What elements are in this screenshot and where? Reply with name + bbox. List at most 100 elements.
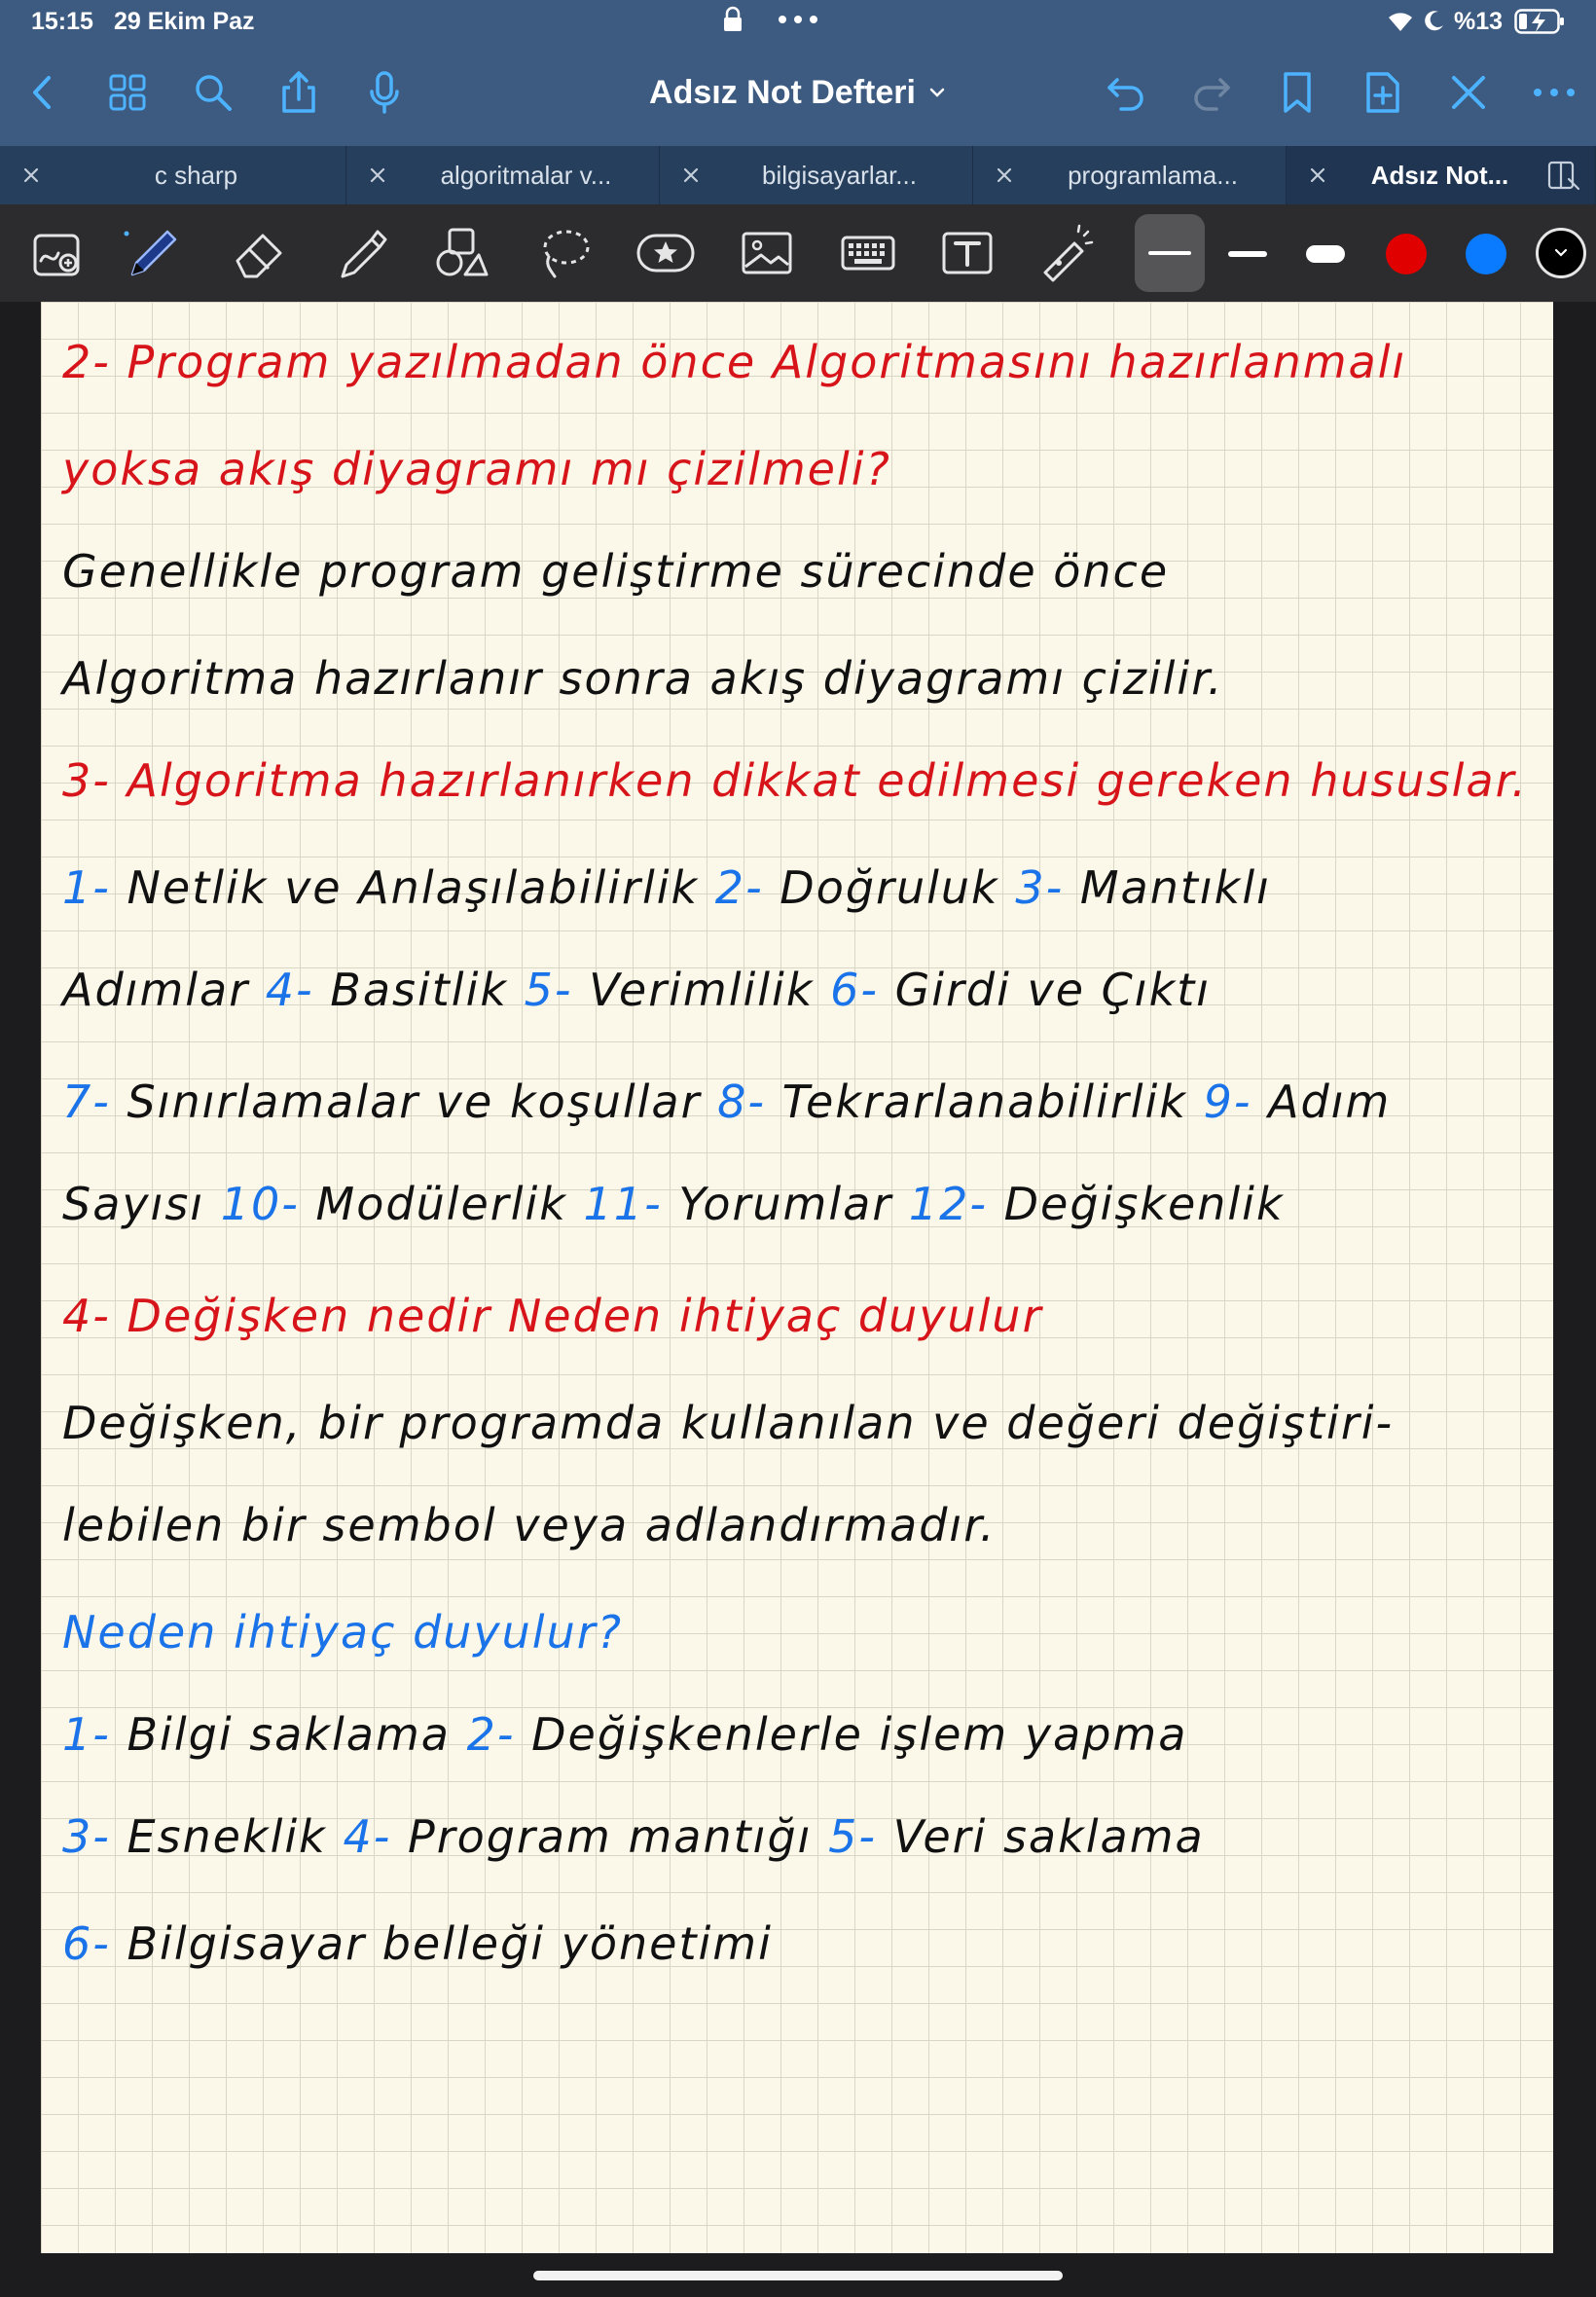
lasso-zoom-tool[interactable]: [27, 222, 90, 284]
note-text: 2-: [466, 1708, 532, 1761]
thin-stroke-icon: [1148, 251, 1191, 255]
keyboard-tool[interactable]: [837, 222, 899, 284]
note-text: Netlik ve Anlaşılabilirlik: [127, 861, 715, 914]
note-line: Sayısı 10- Modülerlik 11- Yorumlar 12- D…: [62, 1173, 1285, 1235]
note-line: 3- Algoritma hazırlanırken dikkat edilme…: [62, 749, 1528, 812]
note-text: Basitlik: [330, 964, 525, 1016]
note-text: Değişkenlik: [1003, 1178, 1285, 1230]
note-text: Mantıklı: [1079, 861, 1271, 914]
note-text: 5-: [524, 964, 590, 1016]
note-text: Veri saklama: [892, 1810, 1205, 1863]
back-icon[interactable]: [21, 70, 66, 115]
eraser-tool[interactable]: [228, 222, 290, 284]
tab-label: Adsız Not...: [1370, 161, 1509, 190]
color-swatch-blue[interactable]: [1466, 234, 1506, 274]
note-text: 11-: [583, 1178, 679, 1230]
microphone-icon[interactable]: [362, 70, 407, 115]
share-icon[interactable]: [276, 70, 321, 115]
chevron-down-icon: [929, 88, 945, 97]
note-line: Değişken, bir programda kullanılan ve de…: [62, 1392, 1394, 1454]
highlighter-tool[interactable]: [329, 222, 391, 284]
notebook-title-text: Adsız Not Defteri: [649, 73, 916, 111]
moon-icon: [1425, 11, 1443, 31]
search-icon[interactable]: [191, 70, 236, 115]
notebook-title[interactable]: Adsız Not Defteri: [603, 70, 993, 115]
note-text: 1-: [62, 1708, 127, 1761]
lasso-icon: [543, 230, 590, 278]
note-text: 1-: [62, 861, 127, 914]
text-tool[interactable]: [936, 222, 998, 284]
status-bar: 15:15 29 Ekim Paz %13: [0, 0, 1596, 45]
lasso-tool[interactable]: [533, 222, 596, 284]
tab-close-icon[interactable]: [1308, 165, 1327, 185]
multitasking-dots-icon[interactable]: [775, 12, 821, 27]
tab-label: programlama...: [1068, 161, 1238, 190]
pen-thick-option[interactable]: [1306, 245, 1345, 263]
color-swatch-red[interactable]: [1386, 234, 1427, 274]
note-line: 1- Bilgi saklama 2- Değişkenlerle işlem …: [62, 1703, 1187, 1766]
shapes-tool[interactable]: [430, 222, 492, 284]
note-text: 2-: [714, 861, 780, 914]
note-text: Sınırlamalar ve koşullar: [127, 1076, 718, 1128]
note-line: 2- Program yazılmadan önce Algoritmasını…: [62, 331, 1406, 393]
note-text: Doğruluk: [780, 861, 1016, 914]
note-text: Değişkenlerle işlem yapma: [531, 1708, 1188, 1761]
laser-pointer-tool[interactable]: [1035, 222, 1098, 284]
tab-bilgisayarlar[interactable]: bilgisayarlar...: [660, 146, 973, 204]
pen-tool[interactable]: [121, 222, 183, 284]
image-icon: [742, 232, 792, 274]
note-line: 1- Netlik ve Anlaşılabilirlik 2- Doğrulu…: [62, 857, 1271, 919]
close-icon[interactable]: [1446, 70, 1491, 115]
tab-close-icon[interactable]: [368, 165, 387, 185]
note-line: Neden ihtiyaç duyulur?: [62, 1601, 623, 1663]
note-text: Girdi ve Çıktı: [894, 964, 1212, 1016]
note-text: 4- Değişken nedir Neden ihtiyaç duyulur: [62, 1290, 1043, 1342]
tab-close-icon[interactable]: [21, 165, 41, 185]
tab-close-icon[interactable]: [995, 165, 1014, 185]
note-line: 4- Değişken nedir Neden ihtiyaç duyulur: [62, 1285, 1042, 1347]
more-icon[interactable]: [1532, 70, 1577, 115]
note-line: lebilen bir sembol veya adlandırmadır.: [62, 1494, 997, 1556]
grid-icon[interactable]: [105, 70, 150, 115]
color-swatch-black[interactable]: [1536, 228, 1586, 278]
bookmark-icon[interactable]: [1275, 70, 1320, 115]
note-text: Adım: [1268, 1076, 1392, 1128]
keyboard-icon: [841, 236, 895, 271]
add-page-icon[interactable]: [1360, 70, 1405, 115]
status-time: 15:15: [31, 8, 93, 35]
sticker-tool[interactable]: [635, 222, 697, 284]
redo-icon[interactable]: [1189, 70, 1234, 115]
note-text: 8-: [717, 1076, 782, 1128]
note-text: Modülerlik: [315, 1178, 584, 1230]
note-page[interactable]: 2- Program yazılmadan önce Algoritmasını…: [41, 302, 1553, 2253]
shapes-icon: [436, 228, 489, 276]
note-text: 3-: [62, 1810, 127, 1863]
lasso-zoom-icon: [33, 234, 80, 276]
drawing-toolbar: [0, 204, 1596, 302]
orientation-lock-icon: [724, 6, 742, 31]
note-text: 2- Program yazılmadan önce Algoritmasını…: [62, 336, 1407, 388]
status-date: 29 Ekim Paz: [114, 8, 255, 35]
note-text: 6-: [830, 964, 895, 1016]
note-text: 4-: [265, 964, 331, 1016]
note-text: Değişken, bir programda kullanılan ve de…: [62, 1397, 1395, 1449]
laser-pointer-icon: [1043, 224, 1094, 282]
tab-algoritmalar[interactable]: algoritmalar v...: [346, 146, 660, 204]
pen-icon: [124, 230, 177, 276]
note-text: 10-: [220, 1178, 316, 1230]
tab-c-sharp[interactable]: c sharp: [0, 146, 346, 204]
chevron-down-icon: [1554, 248, 1568, 257]
note-text: 12-: [908, 1178, 1004, 1230]
tab-label: bilgisayarlar...: [762, 161, 917, 190]
note-text: 6-: [62, 1917, 127, 1970]
note-text: Esneklik: [127, 1810, 344, 1863]
pen-medium-option[interactable]: [1228, 251, 1267, 257]
undo-icon[interactable]: [1104, 70, 1148, 115]
tab-close-icon[interactable]: [681, 165, 701, 185]
note-text: 7-: [62, 1076, 127, 1128]
image-tool[interactable]: [736, 222, 798, 284]
split-view-icon[interactable]: [1547, 160, 1580, 191]
home-indicator[interactable]: [533, 2271, 1063, 2280]
pen-thin-option[interactable]: [1135, 214, 1205, 292]
tab-programlama[interactable]: programlama...: [973, 146, 1287, 204]
